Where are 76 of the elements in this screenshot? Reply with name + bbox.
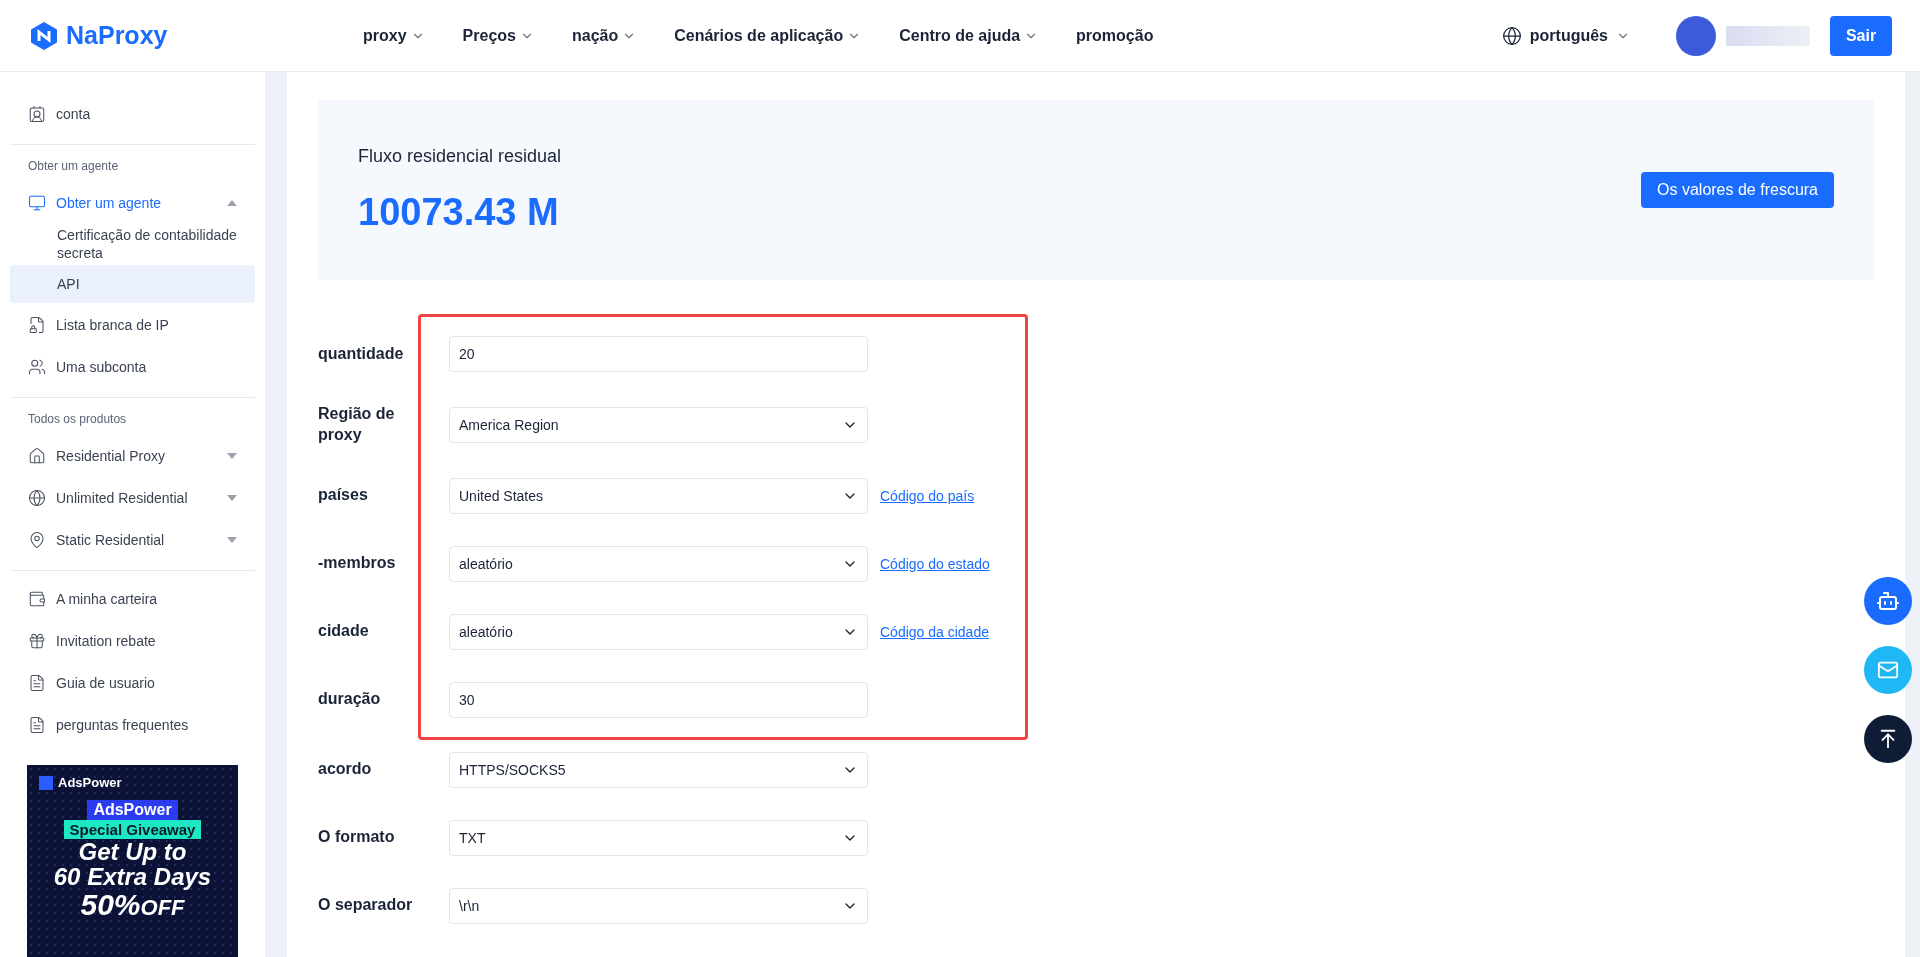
sidebar-item[interactable]: Residential Proxy	[10, 436, 255, 476]
sidebar-item[interactable]: Guia de usuario	[10, 663, 255, 703]
language-selector[interactable]: português	[1495, 24, 1636, 47]
sidebar-item[interactable]: Uma subconta	[10, 347, 255, 387]
robot-icon	[1876, 589, 1900, 613]
field-label: O formato	[318, 827, 396, 848]
field-label: O separador	[318, 895, 414, 916]
field-label: acordo	[318, 759, 373, 780]
field-label: países	[318, 485, 369, 506]
nav-link[interactable]: nação	[571, 26, 637, 45]
sidebar-item-icon	[28, 531, 46, 549]
brand-icon	[39, 775, 53, 790]
sidebar-item-icon	[28, 358, 46, 376]
field-label: -membros	[318, 553, 397, 574]
select-field[interactable]: TXT	[449, 819, 868, 856]
sidebar-item-icon	[28, 194, 46, 212]
logout-button[interactable]: Sair	[1830, 15, 1892, 56]
globe-icon	[1501, 25, 1522, 46]
field-label: cidade	[318, 621, 370, 642]
caret-icon	[227, 495, 237, 501]
select-field[interactable]: \r\n	[449, 887, 868, 924]
sidebar-item-icon	[28, 716, 46, 734]
logo-icon	[30, 20, 58, 51]
ad-brand: AdsPower	[58, 775, 122, 790]
input-field[interactable]: 30	[449, 681, 868, 718]
ad-banner[interactable]: AdsPower AdsPower Special Giveaway Get Up to 60 Extra Days 50%OFF	[27, 765, 238, 957]
mail-icon	[1877, 659, 1899, 681]
sidebar-item-icon	[28, 447, 46, 465]
nav-link[interactable]: Preços	[462, 26, 534, 45]
sidebar-item[interactable]: Invitation rebate	[10, 621, 255, 661]
sidebar-item-icon	[28, 316, 46, 334]
nav-link[interactable]: Centro de ajuda	[899, 26, 1039, 45]
sidebar-item-icon	[28, 489, 46, 507]
sidebar-subitem[interactable]: Certificação de contabilidade secreta	[10, 225, 255, 263]
caret-icon	[227, 537, 237, 543]
field-label: quantidade	[318, 343, 405, 364]
ad-tag: AdsPower	[87, 800, 178, 820]
sidebar-item[interactable]: conta	[10, 94, 255, 134]
nav-link[interactable]: promoção	[1076, 26, 1154, 45]
field-label: Região de proxy	[318, 404, 396, 445]
section-heading: Obter um agente	[27, 158, 120, 175]
balance-value: 10073.43 M	[358, 191, 560, 234]
input-field[interactable]: 20	[449, 336, 868, 372]
caret-icon	[227, 453, 237, 459]
field-label: duração	[318, 689, 382, 710]
select-field[interactable]: aleatório	[449, 613, 868, 650]
refresh-button[interactable]: Os valores de frescura	[1641, 172, 1834, 208]
select-field[interactable]: America Region	[449, 406, 868, 443]
sidebar-item-icon	[28, 105, 46, 123]
nav-link[interactable]: proxy	[363, 26, 425, 45]
avatar[interactable]	[1676, 15, 1716, 56]
select-field[interactable]: United States	[449, 477, 868, 514]
code-link[interactable]: Código do estado	[880, 555, 990, 572]
sidebar-item[interactable]: perguntas frequentes	[10, 705, 255, 745]
sidebar-item[interactable]: Unlimited Residential	[10, 478, 255, 518]
select-field[interactable]: aleatório	[449, 545, 868, 582]
sidebar-item[interactable]: Obter um agente	[10, 183, 255, 223]
code-link[interactable]: Código do país	[880, 487, 975, 504]
ad-headline: Get Up to	[78, 839, 187, 865]
ad-subtitle: Special Giveaway	[63, 820, 202, 839]
sidebar-item[interactable]: Static Residential	[10, 520, 255, 560]
sidebar-item[interactable]: A minha carteira	[10, 579, 255, 619]
sidebar-item-icon	[28, 674, 46, 692]
code-link[interactable]: Código da cidade	[880, 623, 989, 640]
logo-text: NaProxy	[66, 21, 168, 50]
select-field[interactable]: HTTPS/SOCKS5	[449, 751, 868, 788]
balance-title: Fluxo residencial residual	[358, 146, 562, 167]
caret-icon	[227, 200, 237, 206]
section-heading: Todos os produtos	[27, 411, 128, 428]
sidebar-item-icon	[28, 590, 46, 608]
nav-link[interactable]: Cenários de aplicação	[674, 26, 862, 45]
sidebar-item[interactable]: Lista branca de IP	[10, 305, 255, 345]
ad-headline: 60 Extra Days	[53, 864, 212, 890]
sidebar-item-icon	[28, 632, 46, 650]
sidebar-subitem[interactable]: API	[10, 265, 255, 303]
ad-discount: 50%OFF	[80, 889, 185, 921]
